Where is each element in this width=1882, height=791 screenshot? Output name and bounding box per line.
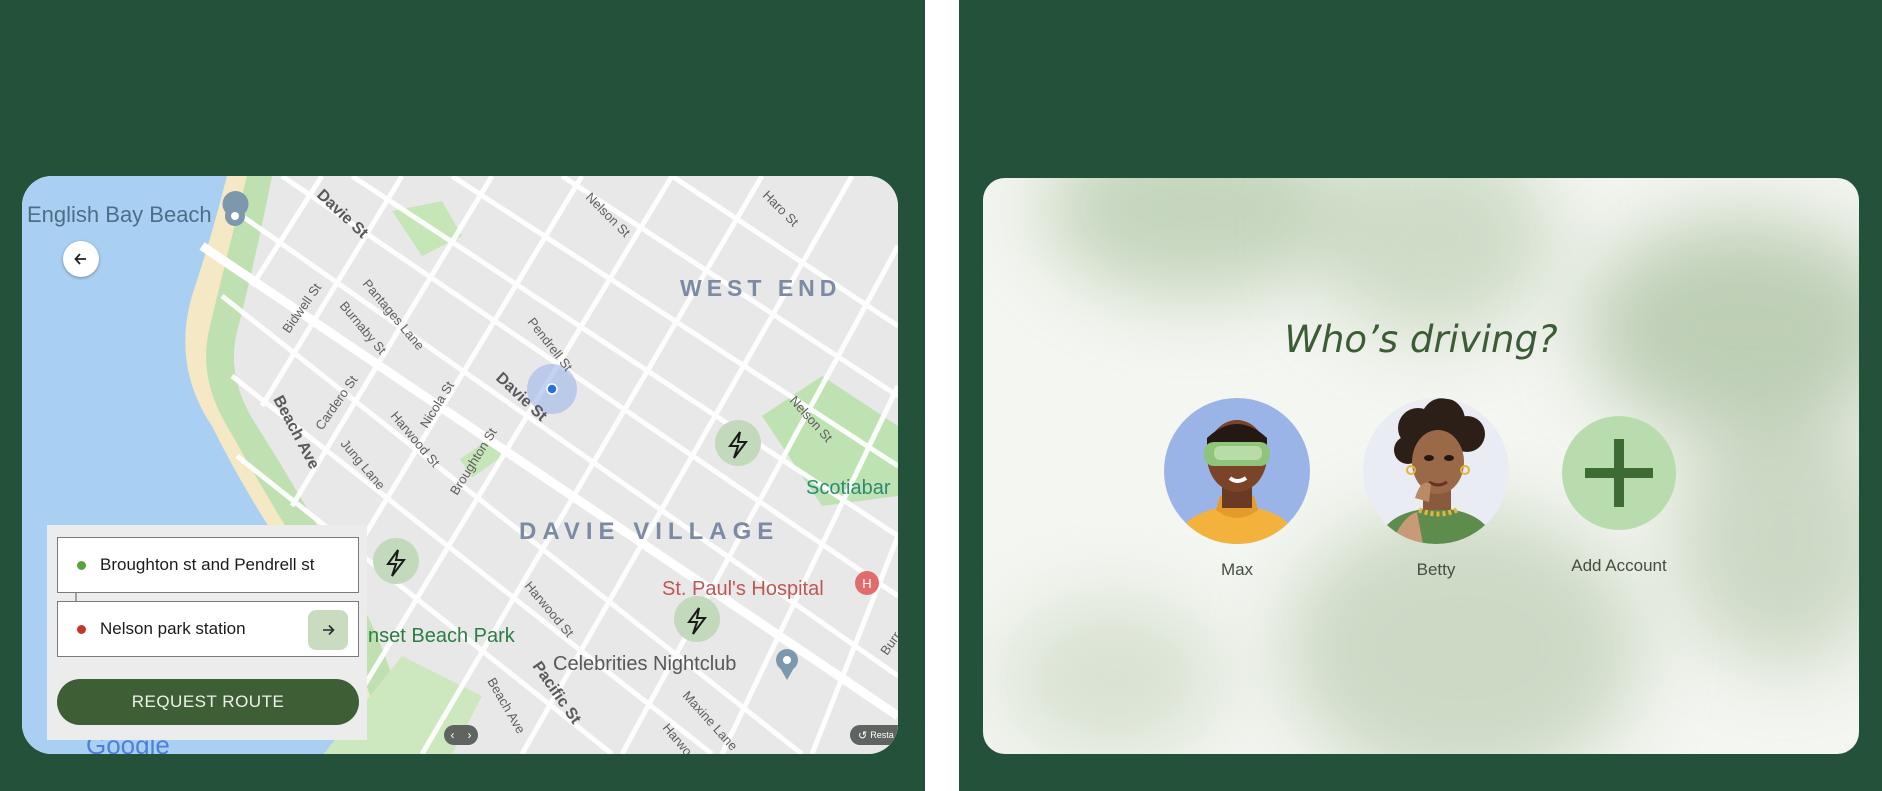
go-button[interactable] [308,610,348,650]
label-davie-village: DAVIE VILLAGE [519,518,779,545]
request-route-button[interactable]: REQUEST ROUTE [57,679,359,725]
profile-name-max: Max [1220,560,1254,579]
carousel-control[interactable]: ‹ › [444,725,478,745]
chevron-left-icon[interactable]: ‹ [451,728,455,742]
map-view[interactable]: H English Bay Beach WEST END DAVIE VILLA… [22,176,898,754]
person-max-icon [1174,420,1300,544]
avatar-betty[interactable] [1363,398,1509,544]
back-button[interactable] [63,241,99,277]
svg-text:H: H [862,576,871,591]
arrow-left-icon [74,253,86,265]
restart-button[interactable]: ↺ Resta [850,725,898,745]
label-west-end: WEST END [680,275,841,301]
label-st-pauls: St. Paul's Hospital [662,578,824,600]
add-account-button[interactable] [1562,416,1676,530]
origin-field[interactable]: Broughton st and Pendrell st [57,537,359,593]
charger-marker-3 [674,596,720,642]
plus-icon [1585,439,1653,507]
destination-text: Nelson park station [100,619,246,638]
restart-label: Resta [870,730,894,740]
profile-card: Who’s driving? Max Betty Add Account [983,178,1859,754]
profile-screen: Who’s driving? Max Betty Add Account [959,0,1882,791]
chevron-right-icon[interactable]: › [468,728,472,742]
person-betty-icon [1377,398,1495,544]
profile-name-betty: Betty [1416,560,1456,579]
current-location-dot [546,383,558,395]
label-english-bay: English Bay Beach [27,202,212,227]
label-sunset-beach: nset Beach Park [368,625,516,647]
arrow-right-icon [323,624,335,636]
charger-marker-1 [715,420,761,466]
restart-icon: ↺ [858,729,868,742]
route-panel: Broughton st and Pendrell st Nelson park… [47,525,367,740]
origin-text: Broughton st and Pendrell st [100,555,315,574]
map-screen: H English Bay Beach WEST END DAVIE VILLA… [0,0,925,791]
charger-marker-2 [373,538,419,584]
page-title: Who’s driving? [1284,318,1558,361]
pin-st-pauls: H [855,571,879,595]
avatar-max[interactable] [1164,398,1310,544]
destination-dot [77,624,86,634]
add-account-label: Add Account [1571,556,1667,575]
label-celebrities: Celebrities Nightclub [553,653,736,675]
origin-dot [77,560,86,570]
label-scotiabank: Scotiabar [806,477,891,499]
destination-field[interactable]: Nelson park station [57,601,359,657]
